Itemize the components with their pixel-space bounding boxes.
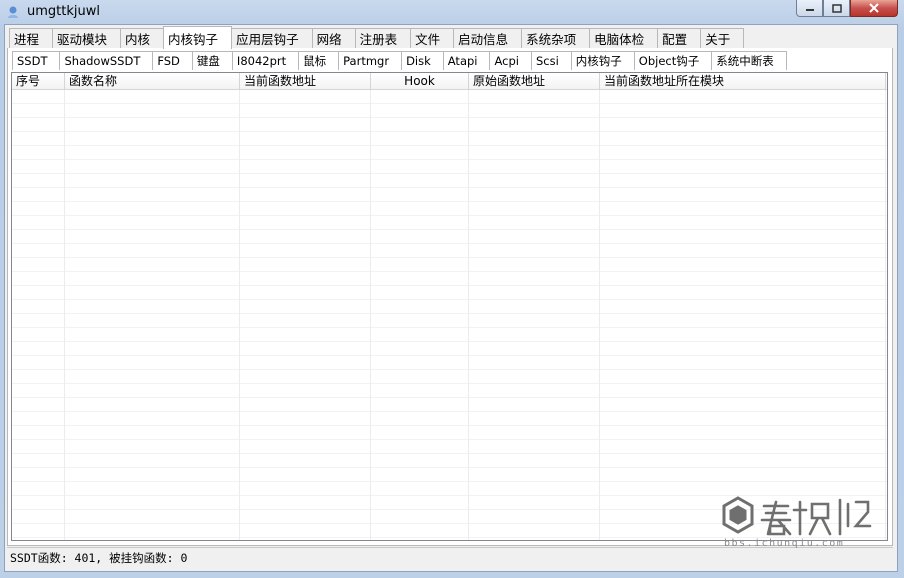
column-header-function-name[interactable]: 函数名称 bbox=[65, 73, 240, 89]
sub-tab-8[interactable]: Atapi bbox=[442, 51, 491, 70]
sub-tab-1[interactable]: ShadowSSDT bbox=[59, 51, 154, 70]
column-header-hook[interactable]: Hook bbox=[371, 73, 469, 89]
tab-11[interactable]: 配置 bbox=[657, 28, 702, 48]
sub-tab-11[interactable]: 内核钩子 bbox=[570, 51, 635, 70]
sub-tab-9[interactable]: Acpi bbox=[489, 51, 532, 70]
table-body[interactable] bbox=[12, 90, 887, 540]
tab-1[interactable]: 驱动模块 bbox=[52, 28, 122, 48]
sub-tab-bar: SSDT ShadowSSDT FSD 键盘 I8042prt 鼠标 Partmgr Disk… bbox=[12, 51, 787, 71]
app-window: umgttkjuwl 进程 驱动模块 内核 内核钩子 应用层钩子 网络 注册表 文件 启动信息系… bbox=[0, 0, 904, 578]
close-button[interactable] bbox=[850, 0, 898, 17]
column-header-current-address[interactable]: 当前函数地址 bbox=[240, 73, 371, 89]
sub-tab-5[interactable]: 鼠标 bbox=[298, 51, 340, 70]
sub-tab-2[interactable]: FSD bbox=[152, 51, 193, 70]
tab-5[interactable]: 网络 bbox=[311, 28, 356, 48]
tab-12[interactable]: 关于 bbox=[700, 28, 745, 48]
minimize-icon bbox=[805, 9, 814, 11]
sub-tab-7[interactable]: Disk bbox=[401, 51, 444, 70]
status-bar: SSDT函数: 401, 被挂钩函数: 0 bbox=[7, 547, 893, 567]
sub-tab-0[interactable]: SSDT bbox=[12, 51, 61, 70]
tab-4[interactable]: 应用层钩子 bbox=[231, 28, 313, 48]
tab-7[interactable]: 文件 bbox=[410, 28, 455, 48]
tab-6[interactable]: 注册表 bbox=[354, 28, 412, 48]
tab-3[interactable]: 内核钩子 bbox=[163, 26, 233, 49]
sub-tab-13[interactable]: 系统中断表 bbox=[711, 51, 787, 70]
column-header-index[interactable]: 序号 bbox=[12, 73, 65, 89]
tab-10[interactable]: 电脑体检 bbox=[589, 28, 659, 48]
app-icon bbox=[8, 6, 18, 18]
sub-tab-12[interactable]: Object钩子 bbox=[633, 51, 713, 70]
table-header: 序号 函数名称 当前函数地址 Hook 原始函数地址 当前函数地址所在模块 bbox=[12, 73, 887, 90]
title-bar[interactable]: umgttkjuwl bbox=[0, 0, 904, 24]
close-icon bbox=[869, 3, 879, 13]
tab-2[interactable]: 内核 bbox=[120, 28, 165, 48]
tab-panel-kernel-hooks: SSDT ShadowSSDT FSD 键盘 I8042prt 鼠标 Partmgr Disk… bbox=[7, 48, 893, 546]
main-tab-bar: 进程 驱动模块 内核 内核钩子 应用层钩子 网络 注册表 文件 启动信息 系统杂项 电脑体检 配置 关于 bbox=[9, 26, 745, 49]
column-header-original-address[interactable]: 原始函数地址 bbox=[469, 73, 600, 89]
client-area: 进程 驱动模块 内核 内核钩子 应用层钩子 网络 注册表 文件 启动信息 系统杂项 电脑体检 配置 关于… bbox=[4, 24, 898, 572]
column-header-module[interactable]: 当前函数地址所在模块 bbox=[600, 73, 886, 89]
tab-8[interactable]: 启动信息 bbox=[453, 28, 523, 48]
maximize-icon bbox=[831, 3, 842, 13]
maximize-button[interactable] bbox=[823, 0, 850, 17]
tab-0[interactable]: 进程 bbox=[9, 28, 54, 48]
sub-tab-10[interactable]: Scsi bbox=[530, 51, 572, 70]
sub-tab-3[interactable]: 键盘 bbox=[191, 51, 233, 70]
ssdt-table[interactable]: 序号 函数名称 当前函数地址 Hook 原始函数地址 当前函数地址所在模块 bbox=[11, 72, 888, 541]
sub-tab-6[interactable]: Partmgr bbox=[338, 51, 403, 70]
window-title: umgttkjuwl bbox=[27, 4, 100, 19]
tab-9[interactable]: 系统杂项 bbox=[521, 28, 591, 48]
sub-tab-4[interactable]: I8042prt bbox=[231, 51, 300, 70]
minimize-button[interactable] bbox=[796, 0, 823, 17]
